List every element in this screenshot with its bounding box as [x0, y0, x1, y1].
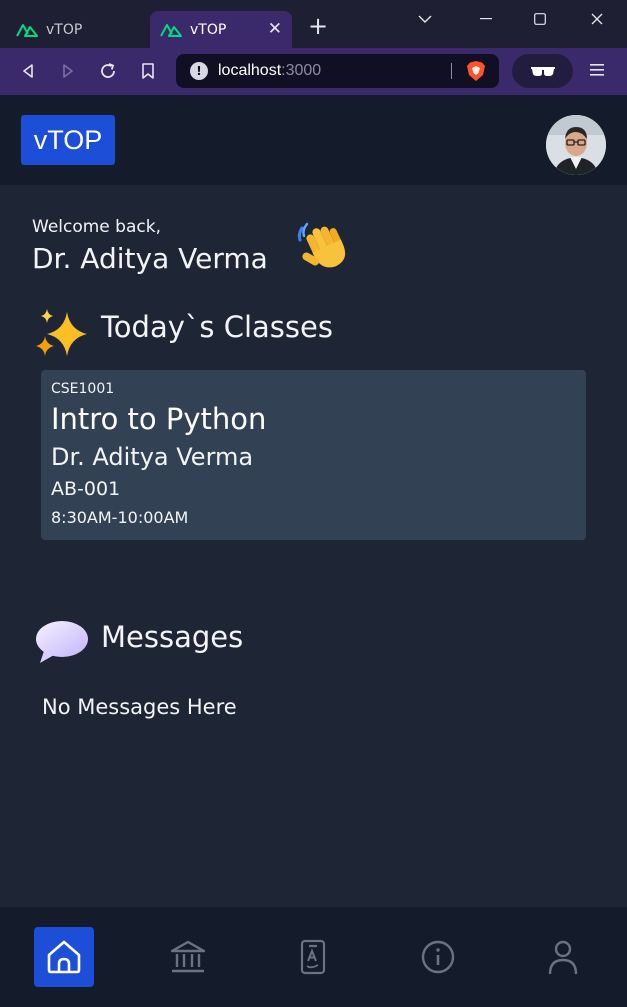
app-header: vTOP [0, 95, 627, 185]
tab-search-chevron-icon[interactable] [415, 9, 435, 29]
course-code: CSE1001 [51, 381, 115, 397]
nav-grades[interactable] [283, 927, 343, 987]
nav-home[interactable] [34, 927, 94, 987]
tab-active[interactable]: vTOP ✕ [150, 11, 292, 48]
browser-tabstrip: vTOP vTOP ✕ + [0, 0, 627, 48]
info-icon [421, 940, 455, 974]
site-info-icon[interactable]: ! [190, 62, 208, 80]
no-messages-text: No Messages Here [42, 695, 237, 719]
grades-document-icon [300, 939, 326, 975]
reload-icon[interactable] [98, 61, 118, 81]
messages-heading: Messages [101, 620, 244, 654]
welcome-line: Welcome back, [32, 217, 161, 237]
maximize-button[interactable] [530, 9, 550, 29]
user-name: Dr. Aditya Verma [32, 242, 268, 275]
address-bar[interactable]: ! localhost:3000 [176, 54, 499, 88]
back-icon[interactable] [18, 61, 38, 81]
close-tab-icon[interactable]: ✕ [268, 19, 282, 39]
tab-title: vTOP [46, 21, 83, 38]
todays-classes-heading: Today`s Classes [101, 310, 333, 344]
forward-icon[interactable] [58, 61, 78, 81]
course-faculty: Dr. Aditya Verma [51, 443, 254, 471]
reader-mode-glasses-icon[interactable] [512, 54, 573, 88]
class-card[interactable]: CSE1001 Intro to Python Dr. Aditya Verma… [41, 370, 586, 540]
url-divider [451, 63, 452, 79]
waving-hand-icon [297, 222, 346, 268]
course-name: Intro to Python [51, 402, 267, 436]
bank-icon [170, 940, 206, 973]
speech-bubble-icon [36, 621, 88, 663]
course-room: AB-001 [51, 478, 121, 500]
app-logo[interactable]: vTOP [21, 115, 115, 165]
course-time: 8:30AM-10:00AM [51, 508, 189, 527]
url-host: localhost [218, 62, 282, 79]
user-icon [548, 940, 578, 975]
nav-profile[interactable] [533, 927, 593, 987]
bookmark-icon[interactable] [138, 61, 158, 81]
url-port: :3000 [281, 62, 322, 79]
sparkles-icon [36, 309, 87, 356]
brave-shields-icon[interactable] [466, 60, 486, 82]
menu-icon[interactable] [590, 62, 604, 82]
bottom-nav [0, 907, 627, 1007]
new-tab-button[interactable]: + [308, 14, 328, 38]
nuxt-icon [160, 23, 182, 37]
nuxt-icon [16, 23, 38, 37]
avatar[interactable] [546, 115, 606, 175]
close-window-button[interactable] [587, 9, 607, 29]
nav-bank[interactable] [158, 927, 218, 987]
nav-info[interactable] [408, 927, 468, 987]
tab-inactive[interactable]: vTOP [0, 11, 148, 48]
minimize-button[interactable] [476, 9, 496, 29]
browser-toolbar: ! localhost:3000 [0, 48, 627, 95]
tab-title: vTOP [190, 21, 227, 38]
home-icon [47, 940, 81, 974]
